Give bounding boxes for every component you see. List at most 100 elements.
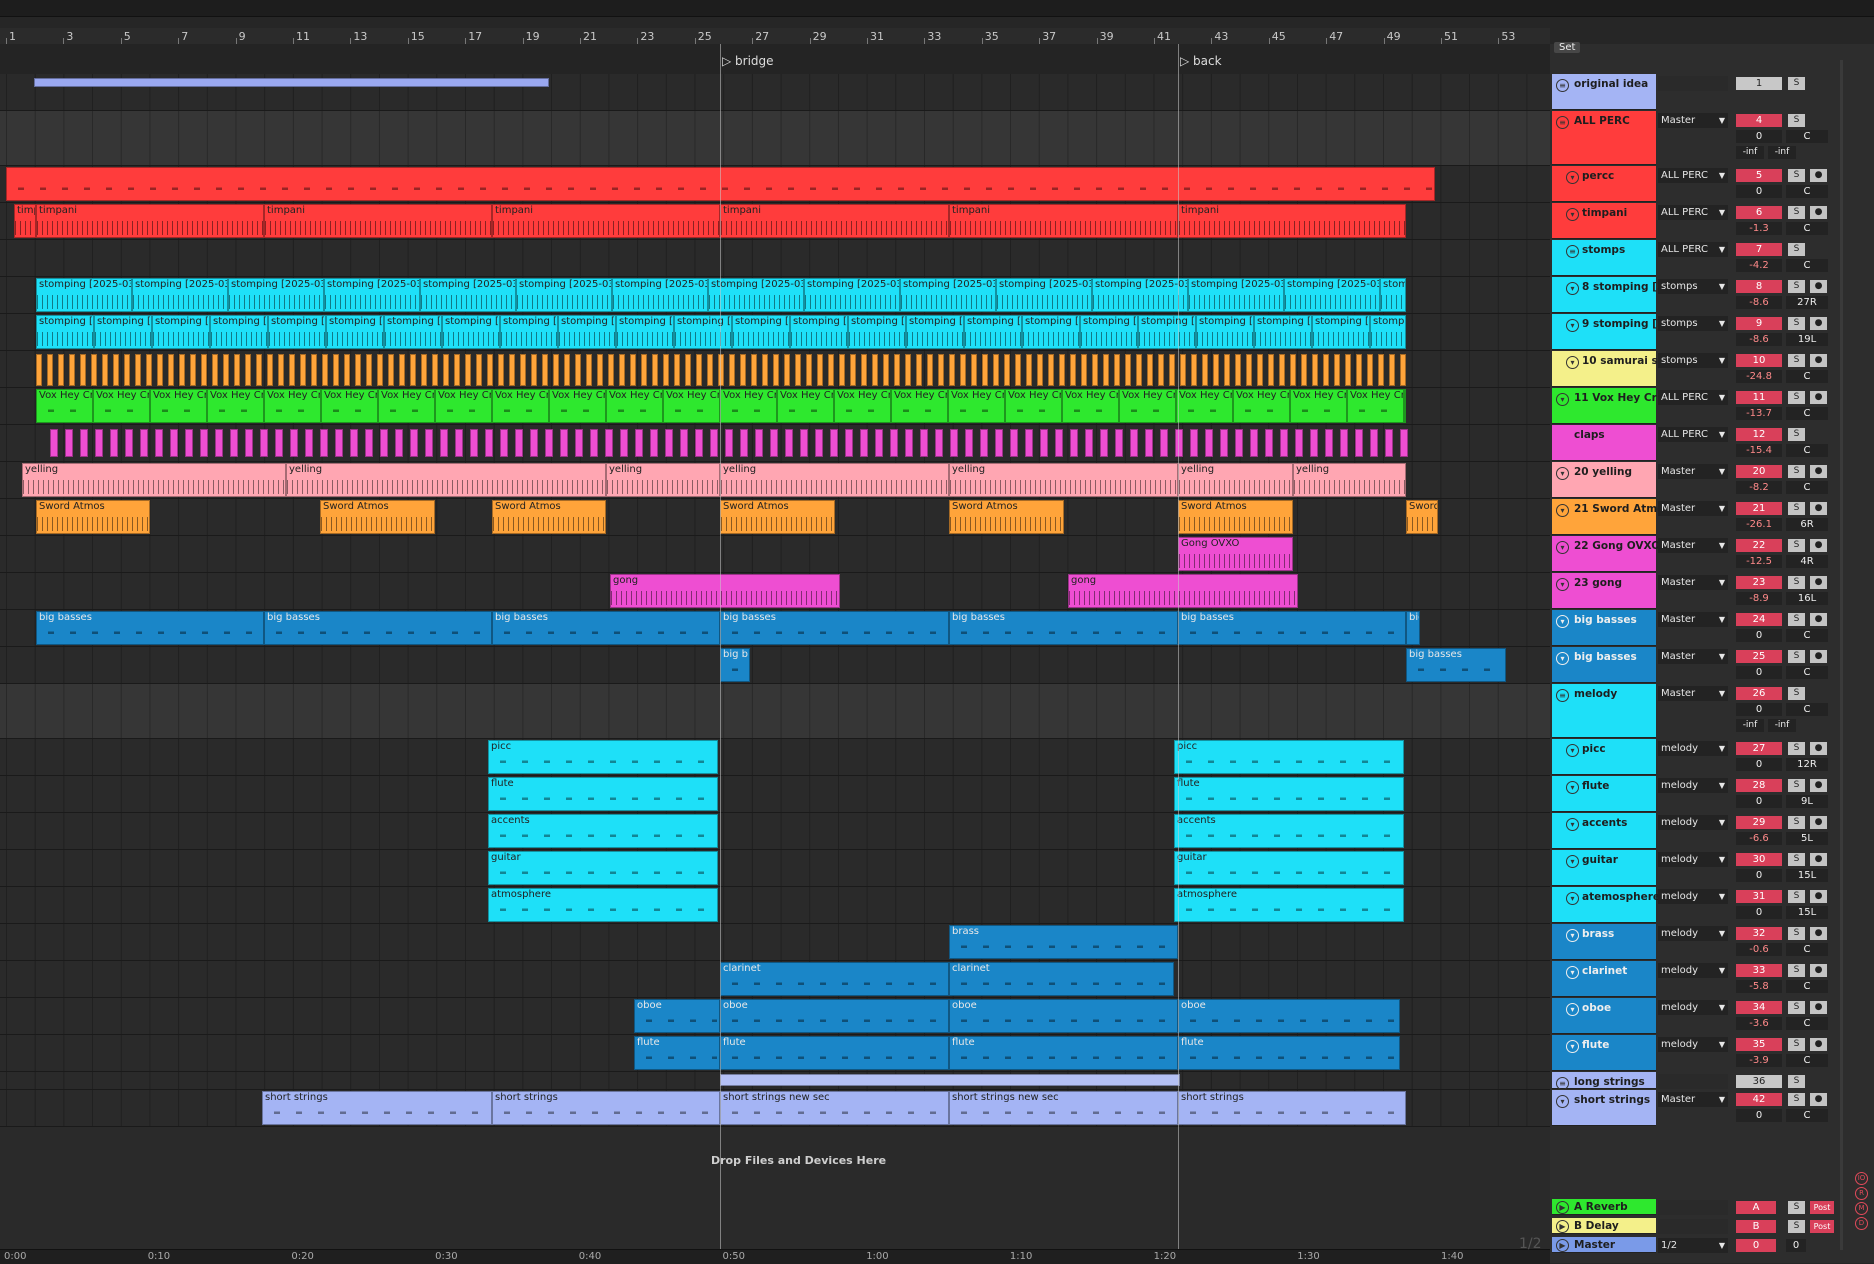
solo-button[interactable]: S — [1788, 964, 1805, 977]
clip[interactable] — [872, 354, 878, 386]
clip[interactable] — [1160, 429, 1168, 457]
arm-button[interactable]: ● — [1810, 853, 1827, 866]
track-header[interactable]: ≡ long strings — [1552, 1072, 1656, 1090]
clip[interactable] — [65, 429, 73, 457]
track-activator[interactable]: B — [1736, 1220, 1776, 1233]
track-header[interactable]: ≡ melody — [1552, 684, 1656, 738]
track-activator[interactable]: 33 — [1736, 964, 1782, 977]
volume-field[interactable]: -26.1 — [1736, 518, 1782, 531]
pan-field[interactable]: 19L — [1786, 333, 1828, 346]
fold-icon[interactable]: ▾ — [1566, 892, 1579, 905]
clip[interactable] — [58, 354, 64, 386]
clip[interactable]: flute — [720, 1036, 949, 1070]
volume-field[interactable]: -8.9 — [1736, 592, 1782, 605]
clip[interactable] — [80, 354, 86, 386]
track-activator[interactable]: 23 — [1736, 576, 1782, 589]
clip[interactable]: stomping [2025-03-23 — [732, 315, 790, 349]
pan-field[interactable]: C — [1786, 943, 1828, 956]
clip[interactable]: yelling — [720, 463, 949, 497]
pan-field[interactable]: 27R — [1786, 296, 1828, 309]
clip[interactable]: stomping [2025-03-23 — [900, 278, 996, 312]
clip[interactable]: stomping [2025-03-23 — [1080, 315, 1138, 349]
locator-bridge[interactable]: ▷ bridge — [722, 54, 774, 68]
fold-icon[interactable]: ▾ — [1566, 818, 1579, 831]
pan-field[interactable]: 15L — [1786, 869, 1828, 882]
clip[interactable]: brass — [949, 925, 1178, 959]
clip[interactable] — [1147, 354, 1153, 386]
clip[interactable] — [311, 354, 317, 386]
track-header[interactable]: ▾ percc — [1552, 166, 1656, 202]
clip[interactable] — [455, 429, 463, 457]
clip[interactable] — [1224, 354, 1230, 386]
clip[interactable] — [641, 354, 647, 386]
clip[interactable]: stomping [2025-03-23 — [1380, 278, 1406, 312]
clip[interactable] — [1356, 354, 1362, 386]
clip[interactable]: big basses — [1178, 611, 1406, 645]
volume-field[interactable]: -24.8 — [1736, 370, 1782, 383]
arm-button[interactable]: ● — [1810, 964, 1827, 977]
clip[interactable] — [575, 354, 581, 386]
clip[interactable]: Vox Hey Cr — [321, 389, 378, 423]
track-activator[interactable]: 9 — [1736, 317, 1782, 330]
clip[interactable] — [597, 354, 603, 386]
clip[interactable] — [1250, 429, 1258, 457]
clip[interactable] — [949, 354, 955, 386]
track-header[interactable]: ▾ oboe — [1552, 998, 1656, 1034]
solo-button[interactable]: S — [1788, 77, 1805, 90]
output-routing[interactable]: ALL PERC ▼ — [1658, 168, 1728, 183]
clip[interactable]: gong — [610, 574, 840, 608]
clip[interactable] — [850, 354, 856, 386]
clip[interactable] — [1115, 429, 1123, 457]
clip[interactable] — [1340, 429, 1348, 457]
clip[interactable] — [784, 354, 790, 386]
track-activator[interactable]: 42 — [1736, 1093, 1782, 1106]
clip[interactable] — [795, 354, 801, 386]
clip[interactable] — [124, 354, 130, 386]
output-routing[interactable] — [1658, 1200, 1728, 1215]
clip[interactable] — [1370, 429, 1378, 457]
arm-button[interactable]: ● — [1810, 576, 1827, 589]
clip[interactable] — [1290, 354, 1296, 386]
clip[interactable] — [1145, 429, 1153, 457]
solo-button[interactable]: S — [1788, 779, 1805, 792]
track-header[interactable]: ▾ clarinet — [1552, 961, 1656, 997]
clip[interactable] — [1385, 429, 1393, 457]
clip[interactable]: big basses — [36, 611, 264, 645]
clip[interactable] — [140, 429, 148, 457]
clip[interactable] — [608, 354, 614, 386]
clip[interactable]: stomping [2025-03-23 — [500, 315, 558, 349]
clip[interactable] — [800, 429, 808, 457]
arm-button[interactable]: ● — [1810, 391, 1827, 404]
clip[interactable]: stomping [2025-03-23 — [996, 278, 1092, 312]
clip[interactable] — [564, 354, 570, 386]
clip[interactable] — [470, 429, 478, 457]
track-header[interactable]: ▾ 9 stomping [2 — [1552, 314, 1664, 350]
clip[interactable] — [366, 354, 372, 386]
clip[interactable] — [1334, 354, 1340, 386]
track-header[interactable]: ▾ 21 Sword Atmo — [1552, 499, 1664, 535]
volume-field[interactable]: -1.3 — [1736, 222, 1782, 235]
clip[interactable] — [50, 429, 58, 457]
clip[interactable] — [1169, 354, 1175, 386]
output-routing[interactable]: stomps ▼ — [1658, 279, 1728, 294]
clip[interactable] — [515, 429, 523, 457]
mixer-toggle-icon[interactable]: R — [1855, 1187, 1868, 1200]
clip[interactable] — [542, 354, 548, 386]
clip[interactable] — [1235, 354, 1241, 386]
track-activator[interactable]: 30 — [1736, 853, 1782, 866]
clip[interactable] — [652, 354, 658, 386]
clip[interactable] — [365, 429, 373, 457]
pan-field[interactable]: 16L — [1786, 592, 1828, 605]
clip[interactable] — [289, 354, 295, 386]
fold-icon[interactable]: ▾ — [1566, 356, 1579, 369]
clip[interactable]: timpani — [720, 204, 949, 238]
clip[interactable]: Vox Hey Cr — [606, 389, 663, 423]
track-activator[interactable]: 20 — [1736, 465, 1782, 478]
clip[interactable] — [1175, 429, 1183, 457]
solo-button[interactable]: S — [1788, 1201, 1805, 1214]
locator-lane[interactable]: ▷ bridge ▷ back — [0, 44, 1550, 75]
clip[interactable] — [34, 78, 549, 87]
clip[interactable]: short strings new sec — [720, 1091, 949, 1125]
volume-field[interactable]: -3.6 — [1736, 1017, 1782, 1030]
clip[interactable] — [509, 354, 515, 386]
